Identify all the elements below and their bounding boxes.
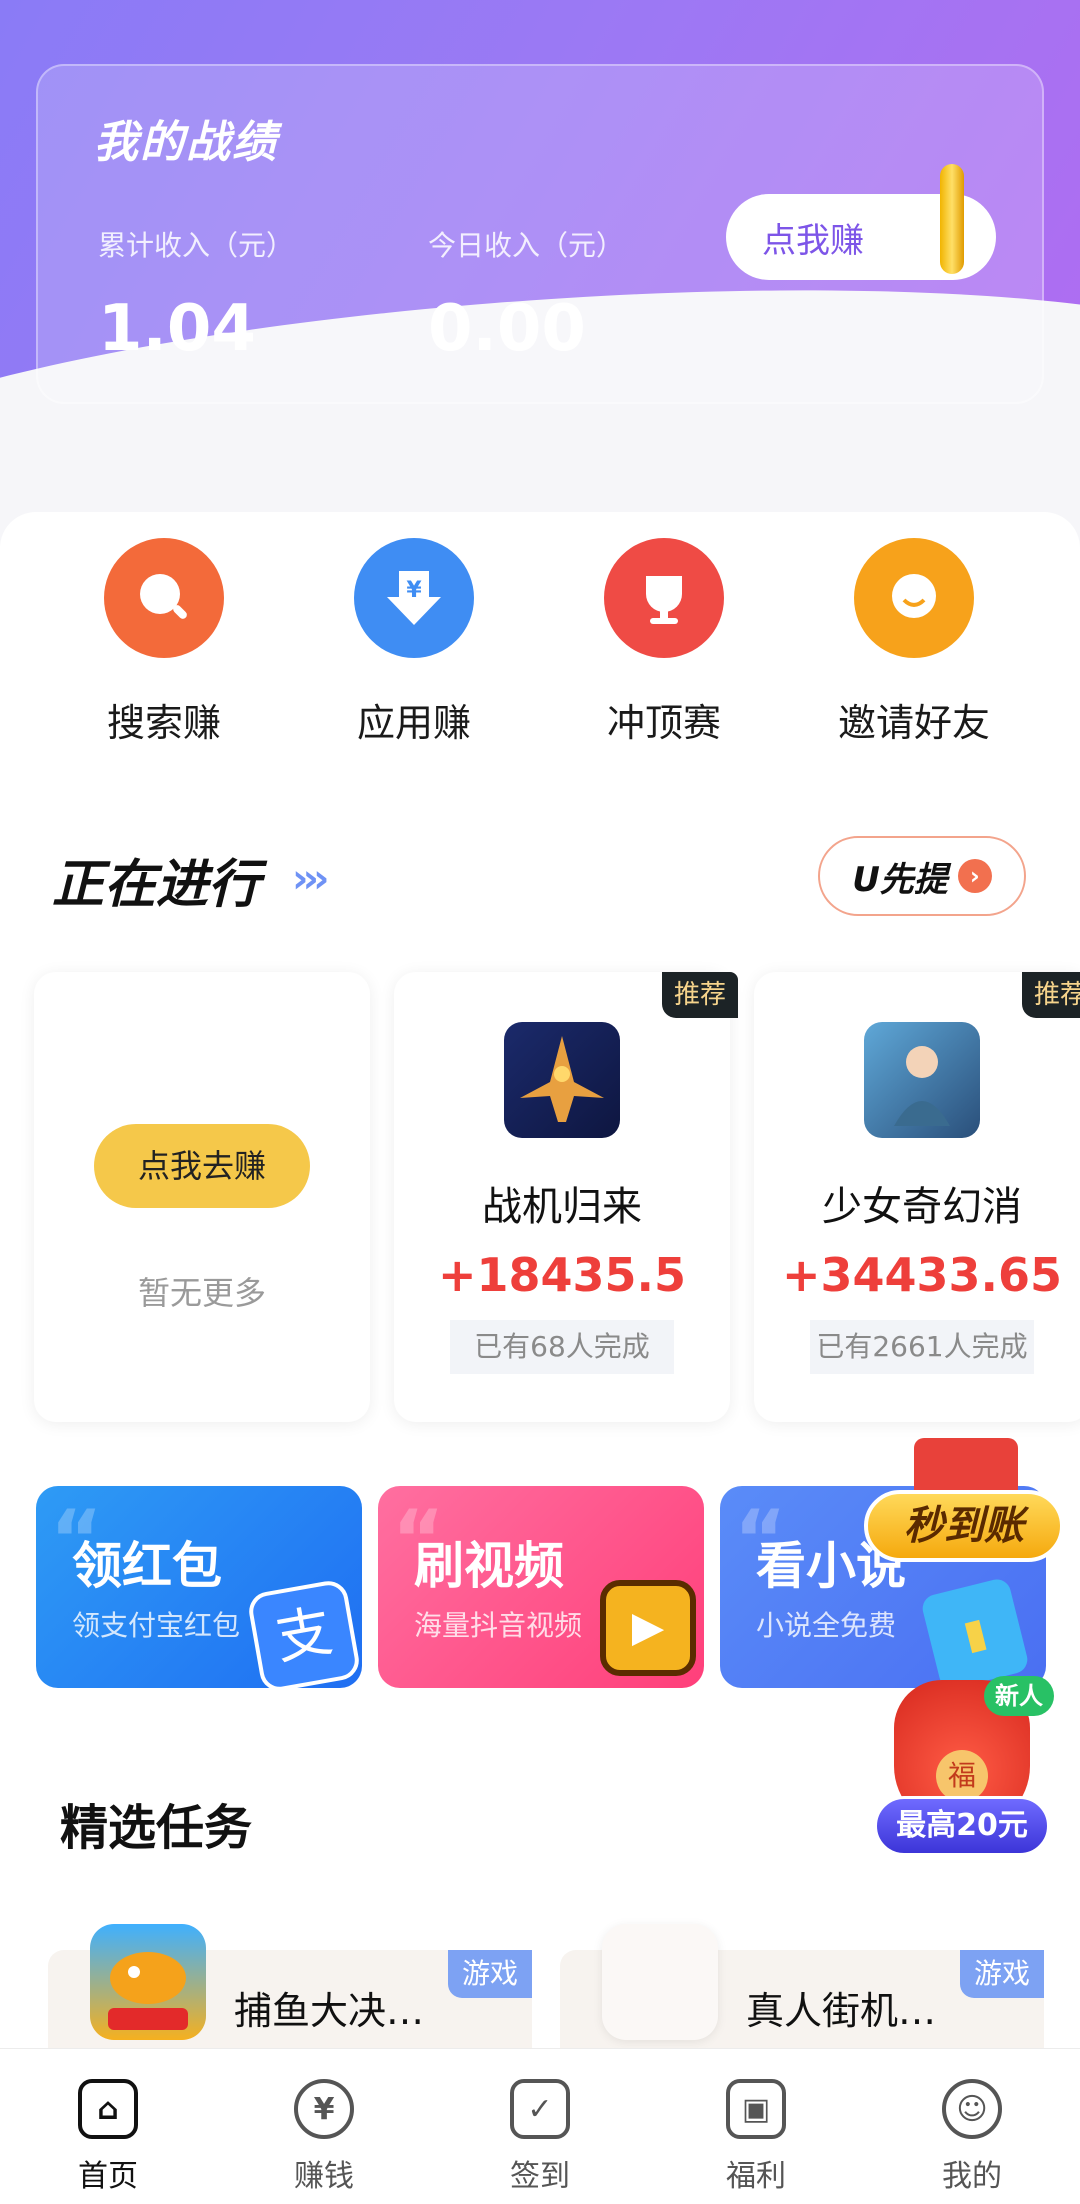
category-badge: 游戏 bbox=[960, 1950, 1044, 1998]
task-name: 少女奇幻消 bbox=[822, 1184, 1022, 1230]
promo-subtitle: 海量抖音视频 bbox=[414, 1609, 583, 1642]
nav-profile[interactable]: ☺ 我的 bbox=[864, 2049, 1080, 2204]
today-income-value: 0.00 bbox=[428, 292, 586, 366]
coin-icon bbox=[940, 164, 964, 274]
new-user-badge: 新人 bbox=[984, 1676, 1054, 1716]
download-yuan-icon: ¥ bbox=[354, 538, 474, 658]
nav-label: 我的 bbox=[942, 2159, 1002, 2194]
featured-task-name: 捕鱼大决… bbox=[234, 1989, 425, 2033]
task-reward: +34433.65 bbox=[781, 1248, 1063, 1302]
quick-action-label: 应用赚 bbox=[356, 701, 471, 745]
earn-button-label: 点我赚 bbox=[762, 220, 864, 261]
task-reward: +18435.5 bbox=[437, 1248, 687, 1302]
fu-icon: 福 bbox=[936, 1750, 988, 1802]
fighter-game-icon bbox=[504, 1022, 620, 1138]
nav-home[interactable]: ⌂ 首页 bbox=[0, 2049, 216, 2204]
alipay-icon: 支 bbox=[246, 1578, 362, 1688]
task-completed-count: 已有68人完成 bbox=[450, 1320, 674, 1374]
quick-action-apps[interactable]: ¥ 应用赚 bbox=[314, 538, 514, 747]
empty-text: 暂无更多 bbox=[137, 1274, 266, 1312]
gift-icon: ▣ bbox=[726, 2079, 786, 2139]
arrow-right-icon: › bbox=[957, 859, 992, 893]
chevrons-icon: ››› bbox=[292, 856, 330, 902]
instant-payout-badge[interactable]: 秒到账 bbox=[864, 1490, 1064, 1562]
yuan-icon: ¥ bbox=[294, 2079, 354, 2139]
quick-action-label: 冲顶赛 bbox=[606, 701, 721, 745]
today-income-label: 今日收入（元） bbox=[428, 229, 625, 262]
quick-action-search[interactable]: 搜索赚 bbox=[64, 538, 264, 747]
withdraw-button[interactable]: U先提 › bbox=[818, 836, 1026, 916]
profile-icon: ☺ bbox=[942, 2079, 1002, 2139]
task-card[interactable]: 推荐 战机归来 +18435.5 已有68人完成 bbox=[394, 972, 738, 1422]
quick-actions: 搜索赚 ¥ 应用赚 冲顶赛 邀请好友 bbox=[0, 538, 1080, 768]
featured-section-title: 精选任务 bbox=[60, 1800, 253, 1856]
empty-task-card: 点我去赚 暂无更多 bbox=[34, 972, 370, 1422]
withdraw-label: U先提 bbox=[852, 859, 948, 900]
book-icon: ▮ bbox=[919, 1576, 1031, 1688]
calendar-check-icon: ✓ bbox=[510, 2079, 570, 2139]
featured-task-name: 真人街机… bbox=[746, 1989, 937, 2033]
promo-subtitle: 小说全免费 bbox=[756, 1609, 897, 1642]
friend-icon bbox=[854, 538, 974, 658]
max-reward-badge[interactable]: 最高20元 bbox=[874, 1796, 1050, 1856]
category-badge: 游戏 bbox=[448, 1950, 532, 1998]
task-name: 战机归来 bbox=[482, 1184, 642, 1230]
nav-checkin[interactable]: ✓ 签到 bbox=[432, 2049, 648, 2204]
nav-earn[interactable]: ¥ 赚钱 bbox=[216, 2049, 432, 2204]
svg-text:¥: ¥ bbox=[406, 578, 422, 603]
stats-title: 我的战绩 bbox=[94, 117, 278, 168]
ongoing-section-title: 正在进行 bbox=[52, 855, 261, 915]
arcade-game-icon bbox=[602, 1924, 718, 2040]
promo-red-packet[interactable]: “ 领红包 领支付宝红包 支 bbox=[36, 1486, 362, 1688]
go-earn-button[interactable]: 点我去赚 bbox=[94, 1124, 310, 1208]
search-icon bbox=[104, 538, 224, 658]
total-income-value: 1.04 bbox=[98, 292, 256, 366]
tv-icon: ▶ bbox=[600, 1580, 696, 1676]
recommend-badge: 推荐 bbox=[662, 972, 738, 1018]
nav-label: 福利 bbox=[726, 2159, 786, 2194]
fantasy-game-icon bbox=[864, 1022, 980, 1138]
nav-label: 赚钱 bbox=[294, 2159, 354, 2194]
recommend-badge: 推荐 bbox=[1022, 972, 1080, 1018]
task-completed-count: 已有2661人完成 bbox=[810, 1320, 1034, 1374]
home-icon: ⌂ bbox=[78, 2079, 138, 2139]
task-card[interactable]: 推荐 少女奇幻消 +34433.65 已有2661人完成 bbox=[754, 972, 1080, 1422]
fishing-game-icon bbox=[90, 1924, 206, 2040]
promo-title: 刷视频 bbox=[414, 1537, 564, 1595]
quick-action-invite[interactable]: 邀请好友 bbox=[814, 538, 1014, 747]
quick-action-contest[interactable]: 冲顶赛 bbox=[564, 538, 764, 747]
trophy-icon bbox=[604, 538, 724, 658]
earn-button[interactable]: 点我赚 bbox=[726, 164, 996, 280]
promo-title: 领红包 bbox=[72, 1537, 222, 1595]
nav-welfare[interactable]: ▣ 福利 bbox=[648, 2049, 864, 2204]
quick-action-label: 搜索赚 bbox=[106, 701, 221, 745]
promo-video[interactable]: “ 刷视频 海量抖音视频 ▶ bbox=[378, 1486, 704, 1688]
stats-card: 我的战绩 累计收入（元） 1.04 今日收入（元） 0.00 点我赚 bbox=[36, 64, 1044, 404]
bottom-navigation: ⌂ 首页 ¥ 赚钱 ✓ 签到 ▣ 福利 ☺ 我的 bbox=[0, 2048, 1080, 2204]
quick-action-label: 邀请好友 bbox=[837, 701, 990, 745]
promo-subtitle: 领支付宝红包 bbox=[72, 1609, 241, 1642]
total-income-label: 累计收入（元） bbox=[98, 229, 295, 262]
nav-label: 签到 bbox=[510, 2159, 570, 2194]
nav-label: 首页 bbox=[78, 2159, 138, 2194]
